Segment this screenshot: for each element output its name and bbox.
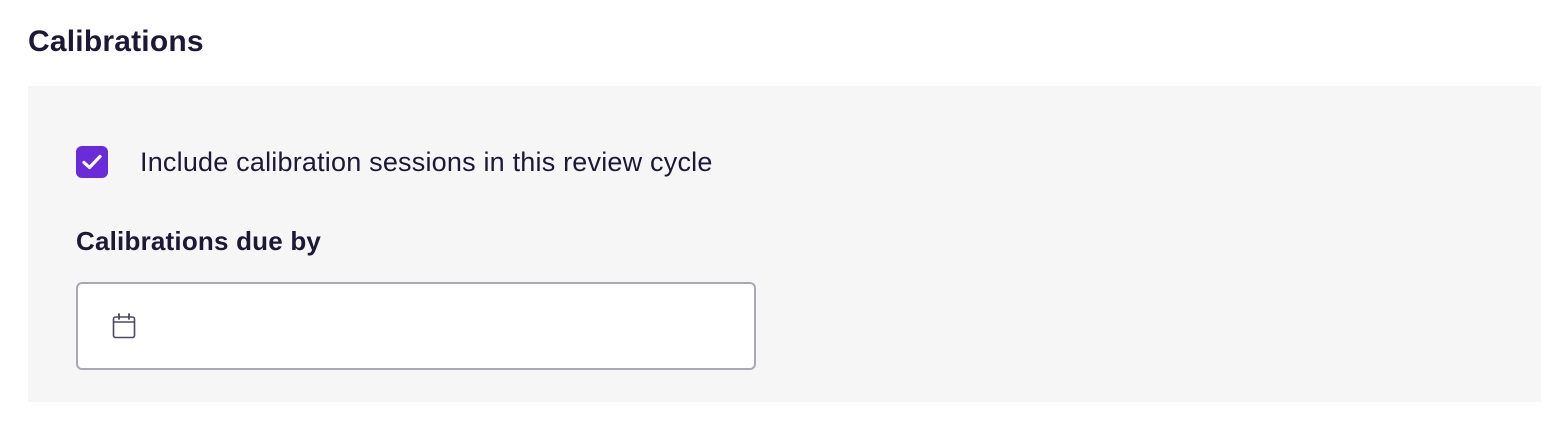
checkmark-icon — [82, 154, 102, 170]
include-calibration-label[interactable]: Include calibration sessions in this rev… — [140, 144, 713, 180]
due-date-input[interactable] — [76, 282, 756, 370]
due-date-label: Calibrations due by — [76, 226, 322, 256]
include-calibration-checkbox[interactable] — [76, 146, 108, 178]
section-title: Calibrations — [28, 25, 204, 58]
calendar-icon[interactable] — [111, 312, 137, 340]
include-calibration-option[interactable]: Include calibration sessions in this rev… — [76, 144, 713, 180]
calibrations-panel: Include calibration sessions in this rev… — [28, 86, 1541, 402]
